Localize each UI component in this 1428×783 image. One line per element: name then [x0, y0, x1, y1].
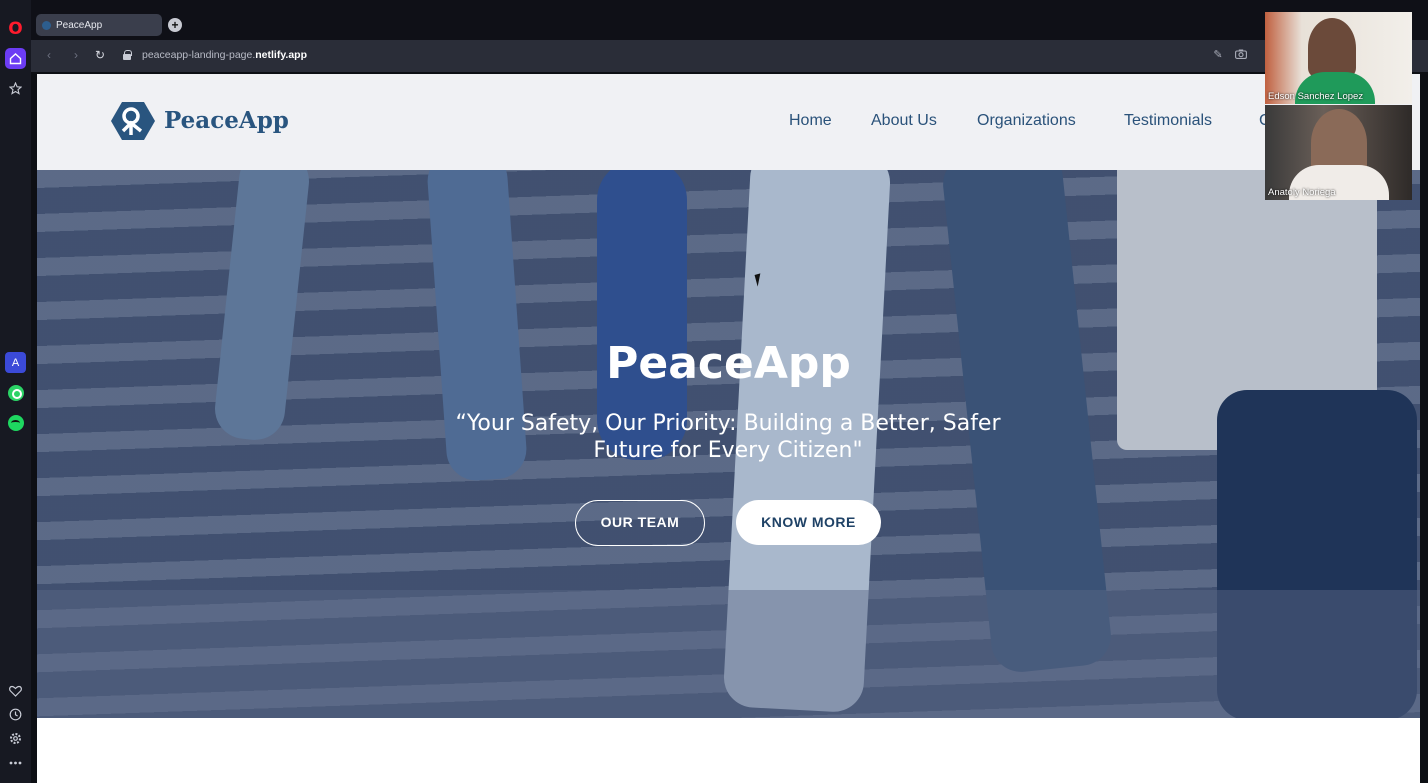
- edit-icon[interactable]: ✎: [1212, 49, 1224, 61]
- nav-testimonials[interactable]: Testimonials: [1124, 112, 1212, 130]
- web-page: PeaceApp Home About Us Organizations Tes…: [37, 74, 1420, 783]
- leg-shape: [212, 170, 312, 443]
- participant-2-name: Anatoly Noriega: [1268, 187, 1336, 198]
- tab-bar: PeaceApp +: [31, 0, 1428, 40]
- settings-icon[interactable]: [5, 728, 26, 749]
- more-icon[interactable]: [5, 752, 26, 773]
- hero-title: PeaceApp: [606, 338, 851, 389]
- new-tab-button[interactable]: +: [168, 18, 182, 32]
- history-icon[interactable]: [5, 704, 26, 725]
- address-bar: ‹ › ↻ peaceapp-landing-page.netlify.app …: [31, 40, 1428, 72]
- hero-section: PeaceApp “Your Safety, Our Priority: Bui…: [37, 170, 1420, 718]
- url-prefix: peaceapp-landing-page.: [142, 49, 256, 61]
- video-tile-participant-1[interactable]: Edson Sanchez Lopez: [1265, 12, 1412, 104]
- back-icon[interactable]: ‹: [42, 48, 56, 62]
- nav-home[interactable]: Home: [789, 112, 832, 130]
- browser-tab[interactable]: PeaceApp: [36, 14, 162, 36]
- aria-icon[interactable]: A: [5, 352, 26, 373]
- our-team-button[interactable]: OUR TEAM: [575, 500, 705, 546]
- site-header: PeaceApp Home About Us Organizations Tes…: [37, 74, 1420, 170]
- nav-about-us[interactable]: About Us: [871, 112, 937, 130]
- video-tile-participant-2[interactable]: Anatoly Noriega: [1265, 105, 1412, 200]
- home-icon[interactable]: [5, 48, 26, 69]
- heart-icon[interactable]: [5, 680, 26, 701]
- nav-organizations[interactable]: Organizations: [977, 112, 1076, 130]
- participant-1-name: Edson Sanchez Lopez: [1268, 91, 1364, 102]
- forward-icon[interactable]: ›: [69, 48, 83, 62]
- site-brand[interactable]: PeaceApp: [164, 107, 289, 134]
- reload-icon[interactable]: ↻: [93, 48, 107, 62]
- street-shadow: [37, 590, 1420, 718]
- url-domain: netlify.app: [255, 49, 307, 61]
- favicon-icon: [42, 20, 51, 30]
- peaceapp-logo-icon[interactable]: [111, 101, 155, 141]
- tab-title: PeaceApp: [56, 19, 103, 31]
- know-more-button[interactable]: KNOW MORE: [736, 500, 881, 545]
- lock-icon[interactable]: [123, 50, 132, 60]
- whatsapp-icon[interactable]: [5, 382, 26, 403]
- camera-icon[interactable]: [1235, 49, 1247, 61]
- url-field[interactable]: peaceapp-landing-page.netlify.app: [142, 49, 307, 61]
- opera-logo-icon[interactable]: O: [5, 18, 26, 39]
- spotify-icon[interactable]: [5, 412, 26, 433]
- star-icon[interactable]: [5, 78, 26, 99]
- hero-tagline: “Your Safety, Our Priority: Building a B…: [455, 411, 1001, 463]
- participant-face: [1308, 18, 1356, 78]
- opera-sidebar: O A: [0, 0, 31, 783]
